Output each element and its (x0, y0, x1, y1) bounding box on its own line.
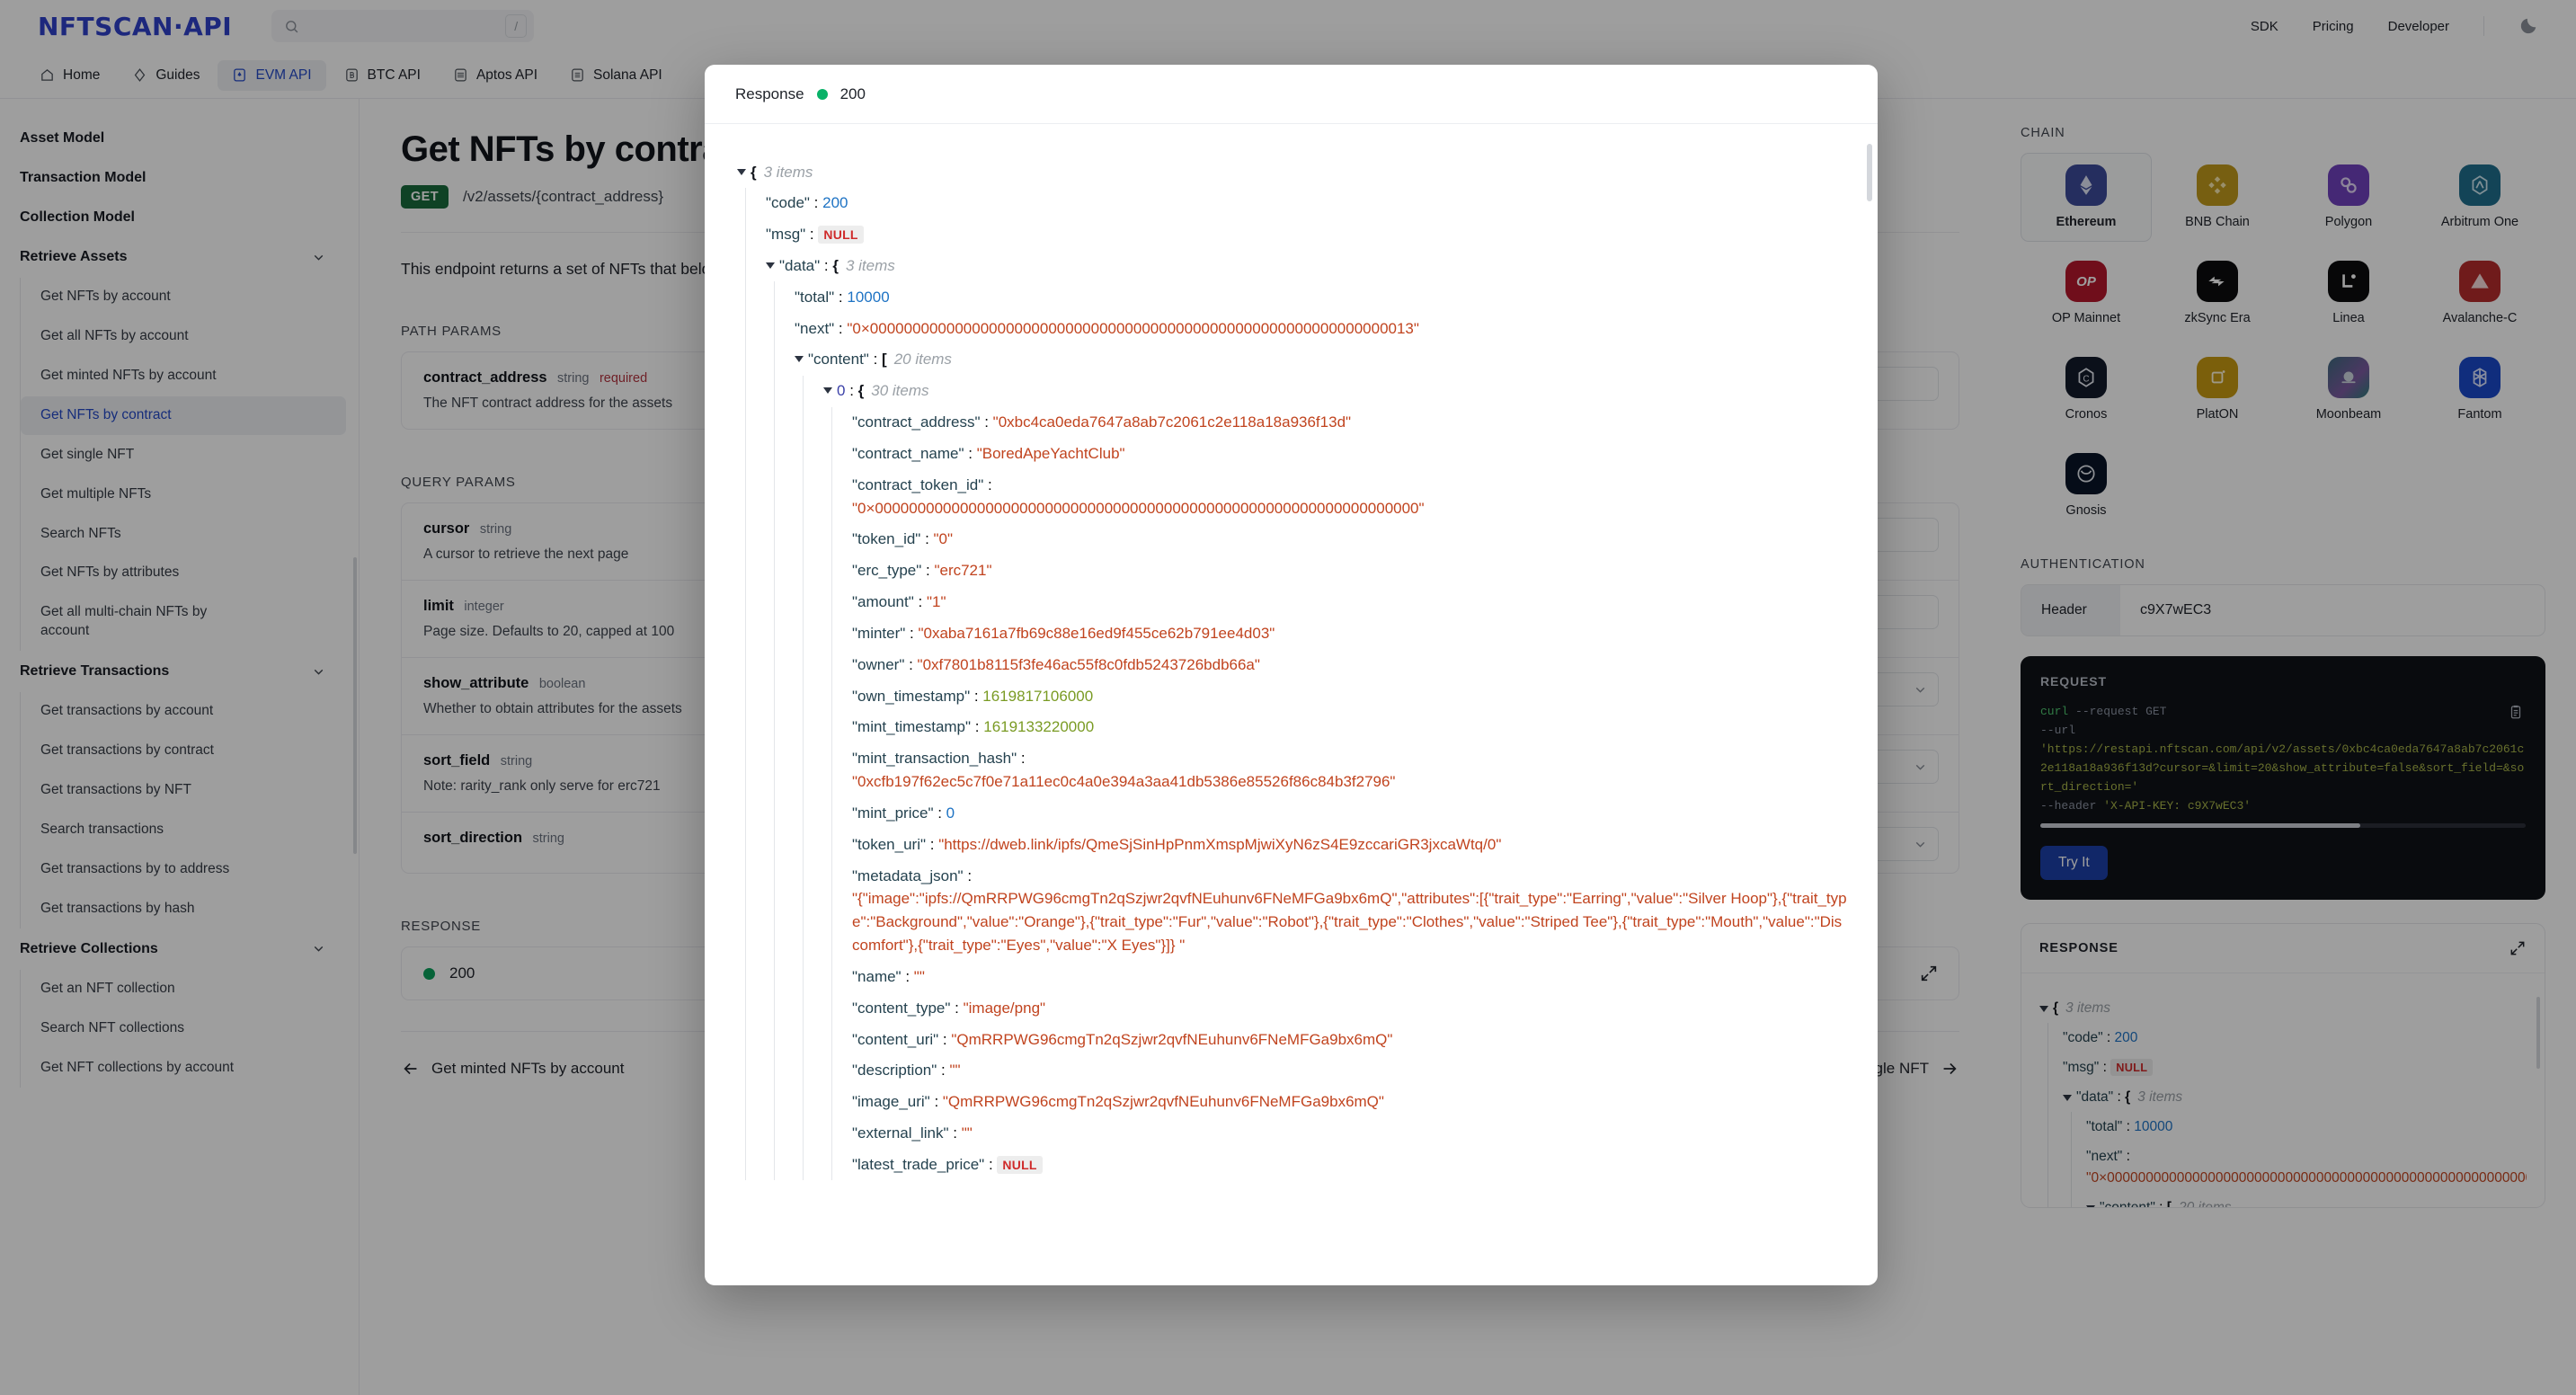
json-row: "contract_name" : "BoredApeYachtClub" (852, 444, 1125, 462)
json-row: "name" : "" (852, 967, 925, 985)
json-value: 10000 (847, 288, 890, 306)
json-row: "amount" : "1" (852, 593, 946, 611)
json-row-msg: "msg" : NULL (766, 219, 1847, 251)
json-key: "code" (766, 194, 810, 212)
json-row-index-0[interactable]: 0 : {30 items (823, 376, 1847, 407)
json-row-total: "total" : 10000 (795, 288, 890, 306)
json-items-count: 30 items (871, 382, 929, 400)
json-value: "https://dweb.link/ipfs/QmeSjSinHpPnmXms… (938, 835, 1502, 853)
json-key: "minter" (852, 624, 906, 642)
json-row: "content_uri" : "QmRRPWG96cmgTn2qSzjwr2q… (852, 1030, 1393, 1048)
json-key: "content_uri" (852, 1030, 939, 1048)
json-key: "data" (779, 256, 821, 274)
json-key: "own_timestamp" (852, 687, 971, 705)
json-row: "contract_token_id" : "0×000000000000000… (852, 469, 1847, 524)
json-value: "0×0000000000000000000000000000000000000… (847, 319, 1419, 337)
json-row-code: "code" : 200 (766, 194, 848, 212)
modal-status-code: 200 (839, 84, 866, 102)
json-key: "content" (808, 351, 869, 369)
json-value: "QmRRPWG96cmgTn2qSzjwr2qvfNEuhunv6FNeMFG… (942, 1093, 1384, 1111)
json-value: "0" (933, 530, 954, 548)
json-value-null: NULL (818, 226, 864, 244)
json-row-data[interactable]: "data" : {3 items (766, 250, 1847, 281)
json-key: "erc_type" (852, 562, 922, 580)
json-value: "0xbc4ca0eda7647a8ab7c2061c2e118a18a936f… (992, 413, 1352, 431)
modal-json-tree: { 3 items "code" : 200 "msg" : NULL "dat… (705, 124, 1878, 1285)
json-value: "" (949, 1062, 961, 1080)
json-row: "contract_address" : "0xbc4ca0eda7647a8a… (852, 413, 1352, 431)
json-key: "image_uri" (852, 1093, 930, 1111)
json-value: 1619133220000 (983, 718, 1095, 736)
json-value: "BoredApeYachtClub" (976, 444, 1125, 462)
json-key: "mint_transaction_hash" (852, 750, 1017, 768)
json-key: "contract_name" (852, 444, 964, 462)
json-index: 0 (837, 382, 846, 400)
json-row: "content_type" : "image/png" (852, 999, 1046, 1017)
modal-header: Response 200 (705, 65, 1878, 124)
json-row: "mint_price" : 0 (852, 804, 955, 822)
json-row-content[interactable]: "content" : [20 items (795, 344, 1847, 376)
json-key: "latest_trade_price" (852, 1155, 985, 1173)
modal-title: Response (735, 84, 804, 102)
json-row: "external_link" : "" (852, 1124, 973, 1142)
json-key: "metadata_json" (852, 866, 964, 884)
json-value: "{"image":"ipfs://QmRRPWG96cmgTn2qSzjwr2… (852, 890, 1847, 955)
json-items-count: 3 items (845, 256, 895, 274)
json-row: "mint_transaction_hash" : "0xcfb197f62ec… (852, 743, 1847, 798)
json-key: "amount" (852, 593, 914, 611)
json-value: "1" (926, 593, 946, 611)
json-key: "contract_address" (852, 413, 981, 431)
json-field-list: "contract_address" : "0xbc4ca0eda7647a8a… (831, 406, 1847, 1181)
json-items-count: 3 items (763, 163, 813, 181)
json-value: "0xcfb197f62ec5c7f0e71a11ec0c4a0e394a3aa… (852, 773, 1396, 791)
json-key: "msg" (766, 226, 806, 244)
json-value: "0xaba7161a7fb69c88e16ed9f455ce62b791ee4… (918, 624, 1275, 642)
json-row: "own_timestamp" : 1619817106000 (852, 687, 1094, 705)
json-row: "minter" : "0xaba7161a7fb69c88e16ed9f455… (852, 624, 1275, 642)
json-row-next: "next" : "0×0000000000000000000000000000… (795, 319, 1419, 337)
json-row: "image_uri" : "QmRRPWG96cmgTn2qSzjwr2qvf… (852, 1093, 1384, 1111)
json-key: "contract_token_id" (852, 475, 984, 493)
json-row: "token_uri" : "https://dweb.link/ipfs/Qm… (852, 835, 1502, 853)
json-key: "token_uri" (852, 835, 927, 853)
json-key: "external_link" (852, 1124, 949, 1142)
json-value: "0×0000000000000000000000000000000000000… (852, 499, 1425, 517)
json-key: "next" (795, 319, 835, 337)
modal-scrollbar[interactable] (1867, 144, 1872, 201)
json-value: "0xf7801b8115f3fe46ac55f8c0fdb5243726bdb… (917, 655, 1260, 673)
json-row: "mint_timestamp" : 1619133220000 (852, 718, 1095, 736)
json-value-null: NULL (997, 1155, 1043, 1174)
json-value: "QmRRPWG96cmgTn2qSzjwr2qvfNEuhunv6FNeMFG… (951, 1030, 1393, 1048)
json-key: "name" (852, 967, 902, 985)
json-row: "owner" : "0xf7801b8115f3fe46ac55f8c0fdb… (852, 655, 1260, 673)
json-key: "total" (795, 288, 835, 306)
json-value: "" (961, 1124, 973, 1142)
json-value: 1619817106000 (982, 687, 1094, 705)
json-value: "" (913, 967, 925, 985)
json-key: "owner" (852, 655, 905, 673)
json-row: "latest_trade_price" : NULL (852, 1149, 1847, 1180)
json-row: "metadata_json" : "{"image":"ipfs://QmRR… (852, 860, 1847, 961)
json-key: "token_id" (852, 530, 921, 548)
json-row: "token_id" : "0" (852, 530, 954, 548)
app-root: NFTSCAN·API / SDK Pricing Developer Home (0, 0, 2576, 1395)
json-value: "image/png" (963, 999, 1046, 1017)
json-key: "mint_price" (852, 804, 934, 822)
json-key: "description" (852, 1062, 937, 1080)
response-modal: Response 200 { 3 items "code" : 200 "msg… (705, 65, 1878, 1285)
json-value: 200 (822, 194, 848, 212)
json-row: "erc_type" : "erc721" (852, 562, 992, 580)
json-root[interactable]: { 3 items (737, 156, 1847, 188)
json-row: "description" : "" (852, 1062, 961, 1080)
json-value: 0 (946, 804, 955, 822)
status-dot-icon (816, 88, 828, 100)
json-items-count: 20 items (893, 351, 952, 369)
json-key: "mint_timestamp" (852, 718, 972, 736)
json-key: "content_type" (852, 999, 951, 1017)
json-value: "erc721" (934, 562, 992, 580)
